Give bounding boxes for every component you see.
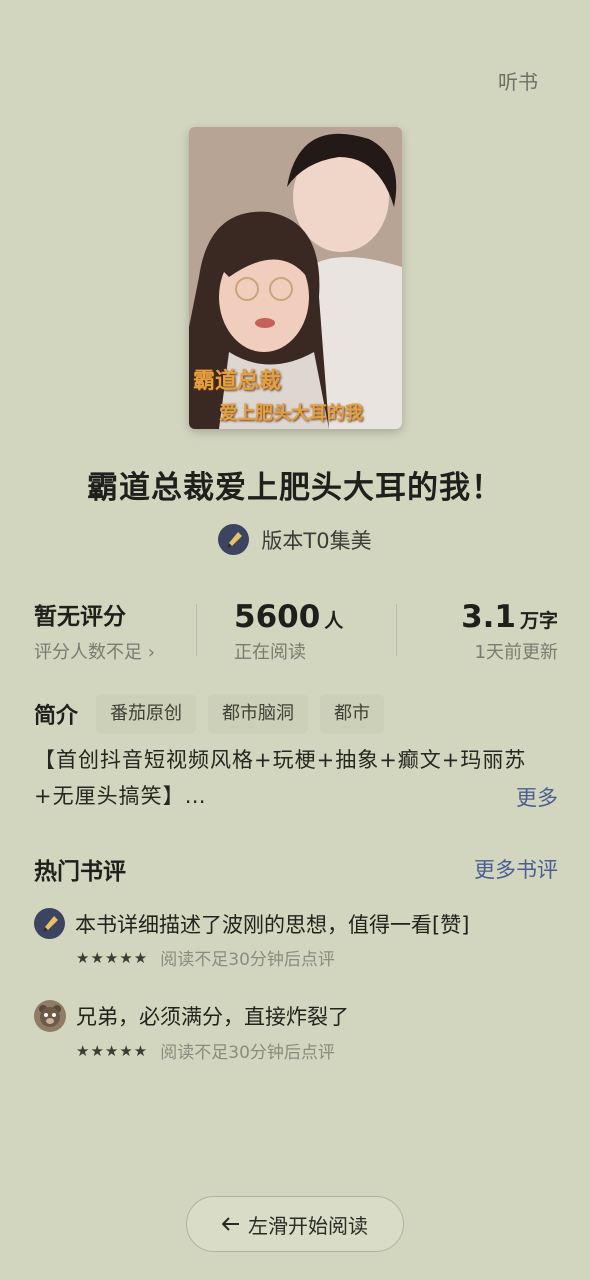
author-row[interactable]: 版本T0集美: [0, 524, 590, 555]
stat-divider: [196, 604, 197, 656]
listen-book-button[interactable]: 听书: [498, 66, 538, 95]
cover-title-text: 霸道总裁: [193, 368, 282, 394]
readers-count: 5600: [234, 599, 321, 635]
review-hint: 阅读不足30分钟后点评: [160, 1043, 335, 1063]
intro-label: 简介: [34, 704, 79, 729]
word-count: 3.1: [461, 599, 516, 635]
book-title: 霸道总裁爱上肥头大耳的我！: [87, 470, 503, 506]
review-item[interactable]: 本书详细描述了波刚的思想，值得一看[赞] ★★★★★ 阅读不足30分钟后点评: [34, 908, 564, 970]
tag-urban[interactable]: 都市: [320, 694, 385, 734]
book-cover: 霸道总裁 爱上肥头大耳的我: [189, 127, 402, 429]
pen-avatar-icon[interactable]: [34, 908, 65, 939]
review-text: 本书详细描述了波刚的思想，值得一看[赞]: [75, 912, 470, 937]
intro-header: 简介 番茄原创 都市脑洞 都市: [34, 694, 396, 734]
cover-subtitle-text: 爱上肥头大耳的我: [219, 403, 363, 424]
bear-avatar-icon[interactable]: [34, 1000, 66, 1032]
rating-value: 暂无评分: [34, 604, 126, 630]
tag-fanqie-original[interactable]: 番茄原创: [96, 694, 197, 734]
hot-reviews-title: 热门书评: [34, 859, 126, 885]
author-name: 版本T0集美: [261, 528, 372, 553]
stats-row: 暂无评分 评分人数不足 › 5600 人 正在阅读 3.1 万字 1天前更新: [34, 598, 558, 664]
review-item[interactable]: 兄弟，必须满分，直接炸裂了 ★★★★★ 阅读不足30分钟后点评: [34, 1000, 564, 1063]
word-unit: 万字: [519, 610, 558, 632]
readers-sub: 正在阅读: [234, 642, 306, 663]
review-hint: 阅读不足30分钟后点评: [160, 950, 335, 970]
review-text: 兄弟，必须满分，直接炸裂了: [76, 1005, 349, 1029]
start-reading-button[interactable]: 左滑开始阅读: [186, 1196, 404, 1252]
arrow-left-icon: [221, 1212, 240, 1236]
pen-avatar-icon: [218, 524, 250, 555]
update-time: 1天前更新: [474, 642, 558, 663]
rating-stat[interactable]: 暂无评分 评分人数不足 ›: [34, 598, 196, 664]
start-reading-label: 左滑开始阅读: [248, 1213, 368, 1238]
rating-sub: 评分人数不足 ›: [34, 642, 155, 663]
readers-unit: 人: [324, 610, 344, 632]
tag-urban-fantasy[interactable]: 都市脑洞: [208, 694, 309, 734]
readers-stat: 5600 人 正在阅读: [196, 598, 396, 664]
intro-text[interactable]: 【首创抖音短视频风格+玩梗+抽象+癫文+玛丽苏+无厘头搞笑】…: [34, 742, 564, 814]
star-rating: ★★★★★: [76, 948, 149, 967]
words-stat: 3.1 万字 1天前更新: [396, 598, 558, 664]
stat-divider: [396, 604, 397, 656]
more-reviews-button[interactable]: 更多书评: [474, 854, 558, 884]
star-rating: ★★★★★: [76, 1041, 149, 1060]
intro-more-button[interactable]: 更多: [516, 782, 558, 812]
